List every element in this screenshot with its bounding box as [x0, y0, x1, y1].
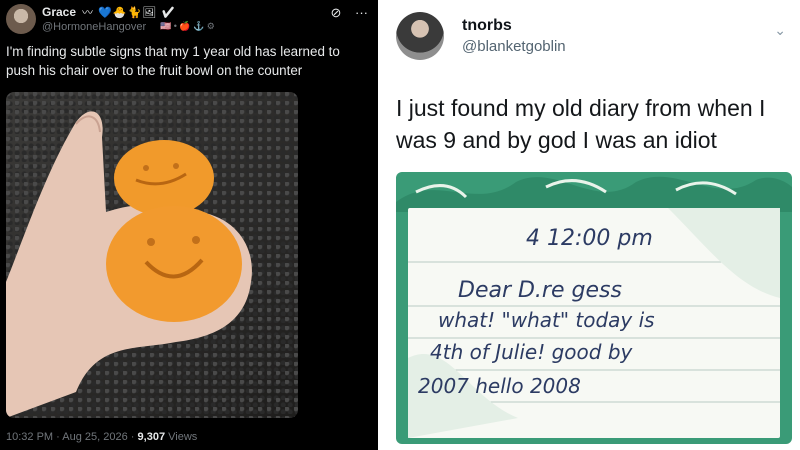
views-label: Views [168, 431, 198, 443]
display-name[interactable]: Grace [42, 5, 76, 19]
right-tweet: tnorbs @blanketgoblin ⌄ I just found my … [378, 0, 800, 450]
tweet-actions: ⊘ ··· [320, 5, 368, 21]
diary-line-2: Dear D.re gess [458, 278, 622, 303]
handle[interactable]: @blanketgoblin [462, 38, 566, 55]
diary-page: 4 12:00 pm Dear D.re gess what! "what" t… [408, 208, 780, 438]
avatar[interactable] [6, 4, 36, 34]
handle-flags: 🇺🇸 • 🍎 ⚓ ⚙ [160, 21, 215, 31]
name-emojis: 〰 💙🐣🐈🖼 ✔ [82, 7, 177, 19]
views-count: 9,307 [137, 431, 166, 443]
diary-line-4: 4th of Julie! good by [430, 340, 633, 364]
tweet-time[interactable]: 10:32 PM [6, 431, 53, 443]
more-icon[interactable]: ··· [355, 5, 368, 20]
chevron-down-icon[interactable]: ⌄ [774, 22, 786, 39]
tweet-photo[interactable]: 4 12:00 pm Dear D.re gess what! "what" t… [396, 172, 792, 444]
tweet-text: I just found my old diary from when I wa… [396, 95, 766, 153]
handle[interactable]: @HormoneHangover [42, 21, 146, 33]
oranges-hand-illustration [6, 111, 252, 418]
diary-line-1: 4 12:00 pm [526, 226, 653, 251]
display-name[interactable]: tnorbs [462, 17, 512, 35]
tweet-photo[interactable] [6, 92, 298, 418]
diary-line-5: 2007 hello 2008 [418, 374, 581, 398]
orange-top [114, 140, 214, 216]
grok-icon[interactable]: ⊘ [330, 5, 341, 20]
orange-bottom [106, 206, 242, 322]
tweet-date[interactable]: Aug 25, 2026 [62, 431, 127, 443]
avatar[interactable] [396, 12, 444, 60]
tweet-meta: 10:32 PM · Aug 25, 2026 · 9,307 Views [6, 431, 198, 443]
tweet-text: I'm finding subtle signs that my 1 year … [6, 44, 340, 78]
diary-line-3: what! "what" today is [438, 308, 655, 332]
left-tweet: Grace 〰 💙🐣🐈🖼 ✔ @HormoneHangover 🇺🇸 • 🍎 ⚓… [0, 0, 378, 450]
